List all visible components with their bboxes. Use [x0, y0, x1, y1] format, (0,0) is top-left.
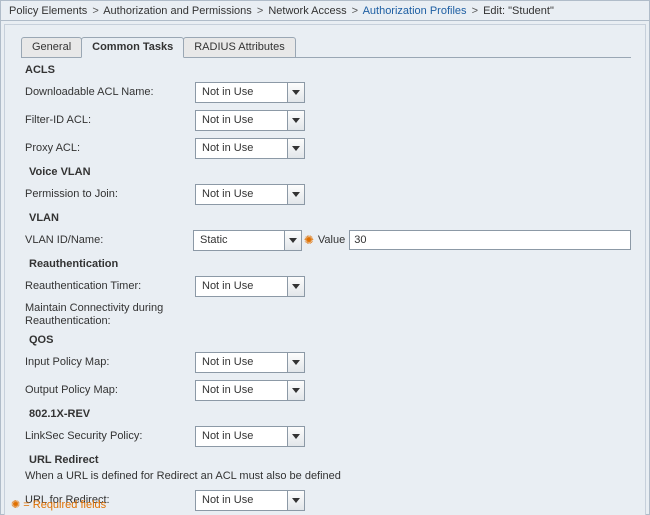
label-reauth-timer: Reauthentication Timer: [25, 280, 195, 292]
chevron-down-icon [287, 139, 304, 158]
required-marker-icon: ✺ [302, 233, 316, 247]
section-acls: ACLS [21, 60, 631, 78]
select-value: Not in Use [202, 142, 253, 154]
label-downloadable-acl: Downloadable ACL Name: [25, 86, 195, 98]
section-vlan: VLAN [21, 208, 631, 226]
app-window: Policy Elements > Authorization and Perm… [0, 0, 650, 515]
breadcrumb-sep: > [470, 5, 480, 17]
input-vlan-value[interactable] [349, 230, 631, 250]
tab-radius-attributes[interactable]: RADIUS Attributes [183, 37, 295, 58]
row-url-for-redirect: URL for Redirect: Not in Use [21, 486, 631, 514]
row-downloadable-acl: Downloadable ACL Name: Not in Use [21, 78, 631, 106]
label-maintain-line2: Reauthentication: [25, 315, 631, 328]
breadcrumb-item[interactable]: Authorization and Permissions [103, 5, 252, 17]
chevron-down-icon [287, 185, 304, 204]
select-value: Not in Use [202, 356, 253, 368]
footer-required-note: ✺ = Required fields [11, 498, 106, 511]
chevron-down-icon [287, 381, 304, 400]
breadcrumb-item[interactable]: Policy Elements [9, 5, 87, 17]
label-permission-to-join: Permission to Join: [25, 188, 195, 200]
footer-required-text: = Required fields [20, 499, 106, 511]
select-url-for-redirect[interactable]: Not in Use [195, 490, 305, 511]
select-value: Not in Use [202, 114, 253, 126]
select-value: Static [200, 234, 228, 246]
label-value: Value [316, 234, 349, 246]
section-qos: QOS [21, 330, 631, 348]
section-8021x-rev: 802.1X-REV [21, 404, 631, 422]
row-input-policy-map: Input Policy Map: Not in Use [21, 348, 631, 376]
label-input-policy-map: Input Policy Map: [25, 356, 195, 368]
breadcrumb-item-link[interactable]: Authorization Profiles [363, 5, 467, 17]
section-url-redirect: URL Redirect [21, 450, 631, 468]
select-output-policy-map[interactable]: Not in Use [195, 380, 305, 401]
content-frame: General Common Tasks RADIUS Attributes A… [4, 24, 646, 515]
breadcrumb-sep: > [255, 5, 265, 17]
row-vlan-id-name: VLAN ID/Name: Static ✺ Value [21, 226, 631, 254]
select-value: Not in Use [202, 494, 253, 506]
chevron-down-icon [287, 353, 304, 372]
select-value: Not in Use [202, 86, 253, 98]
select-downloadable-acl[interactable]: Not in Use [195, 82, 305, 103]
select-vlan-id-name[interactable]: Static [193, 230, 302, 251]
row-permission-to-join: Permission to Join: Not in Use [21, 180, 631, 208]
section-reauthentication: Reauthentication [21, 254, 631, 272]
breadcrumb: Policy Elements > Authorization and Perm… [1, 1, 649, 21]
label-maintain-line1: Maintain Connectivity during [25, 302, 631, 315]
label-filter-id-acl: Filter-ID ACL: [25, 114, 195, 126]
row-filter-id-acl: Filter-ID ACL: Not in Use [21, 106, 631, 134]
chevron-down-icon [287, 83, 304, 102]
chevron-down-icon [287, 277, 304, 296]
select-proxy-acl[interactable]: Not in Use [195, 138, 305, 159]
chevron-down-icon [287, 491, 304, 510]
section-voice-vlan: Voice VLAN [21, 162, 631, 180]
chevron-down-icon [287, 111, 304, 130]
select-permission-to-join[interactable]: Not in Use [195, 184, 305, 205]
breadcrumb-sep: > [90, 5, 100, 17]
chevron-down-icon [284, 231, 301, 250]
label-output-policy-map: Output Policy Map: [25, 384, 195, 396]
panel-common-tasks: ACLS Downloadable ACL Name: Not in Use F… [21, 57, 631, 515]
required-marker-icon: ✺ [11, 499, 20, 511]
row-linksec-policy: LinkSec Security Policy: Not in Use [21, 422, 631, 450]
select-value: Not in Use [202, 188, 253, 200]
select-filter-id-acl[interactable]: Not in Use [195, 110, 305, 131]
select-value: Not in Use [202, 384, 253, 396]
row-proxy-acl: Proxy ACL: Not in Use [21, 134, 631, 162]
breadcrumb-item-current: Edit: "Student" [483, 5, 554, 17]
tab-bar: General Common Tasks RADIUS Attributes [21, 35, 645, 57]
label-maintain-connectivity: Maintain Connectivity during Reauthentic… [21, 300, 631, 330]
breadcrumb-item[interactable]: Network Access [268, 5, 346, 17]
select-value: Not in Use [202, 430, 253, 442]
select-linksec-policy[interactable]: Not in Use [195, 426, 305, 447]
breadcrumb-sep: > [350, 5, 360, 17]
row-reauth-timer: Reauthentication Timer: Not in Use [21, 272, 631, 300]
select-input-policy-map[interactable]: Not in Use [195, 352, 305, 373]
note-url-redirect: When a URL is defined for Redirect an AC… [21, 468, 631, 486]
tab-common-tasks[interactable]: Common Tasks [81, 37, 184, 58]
select-reauth-timer[interactable]: Not in Use [195, 276, 305, 297]
tab-general[interactable]: General [21, 37, 82, 58]
label-proxy-acl: Proxy ACL: [25, 142, 195, 154]
label-vlan-id-name: VLAN ID/Name: [25, 234, 193, 246]
select-value: Not in Use [202, 280, 253, 292]
label-linksec-policy: LinkSec Security Policy: [25, 430, 195, 442]
chevron-down-icon [287, 427, 304, 446]
row-output-policy-map: Output Policy Map: Not in Use [21, 376, 631, 404]
